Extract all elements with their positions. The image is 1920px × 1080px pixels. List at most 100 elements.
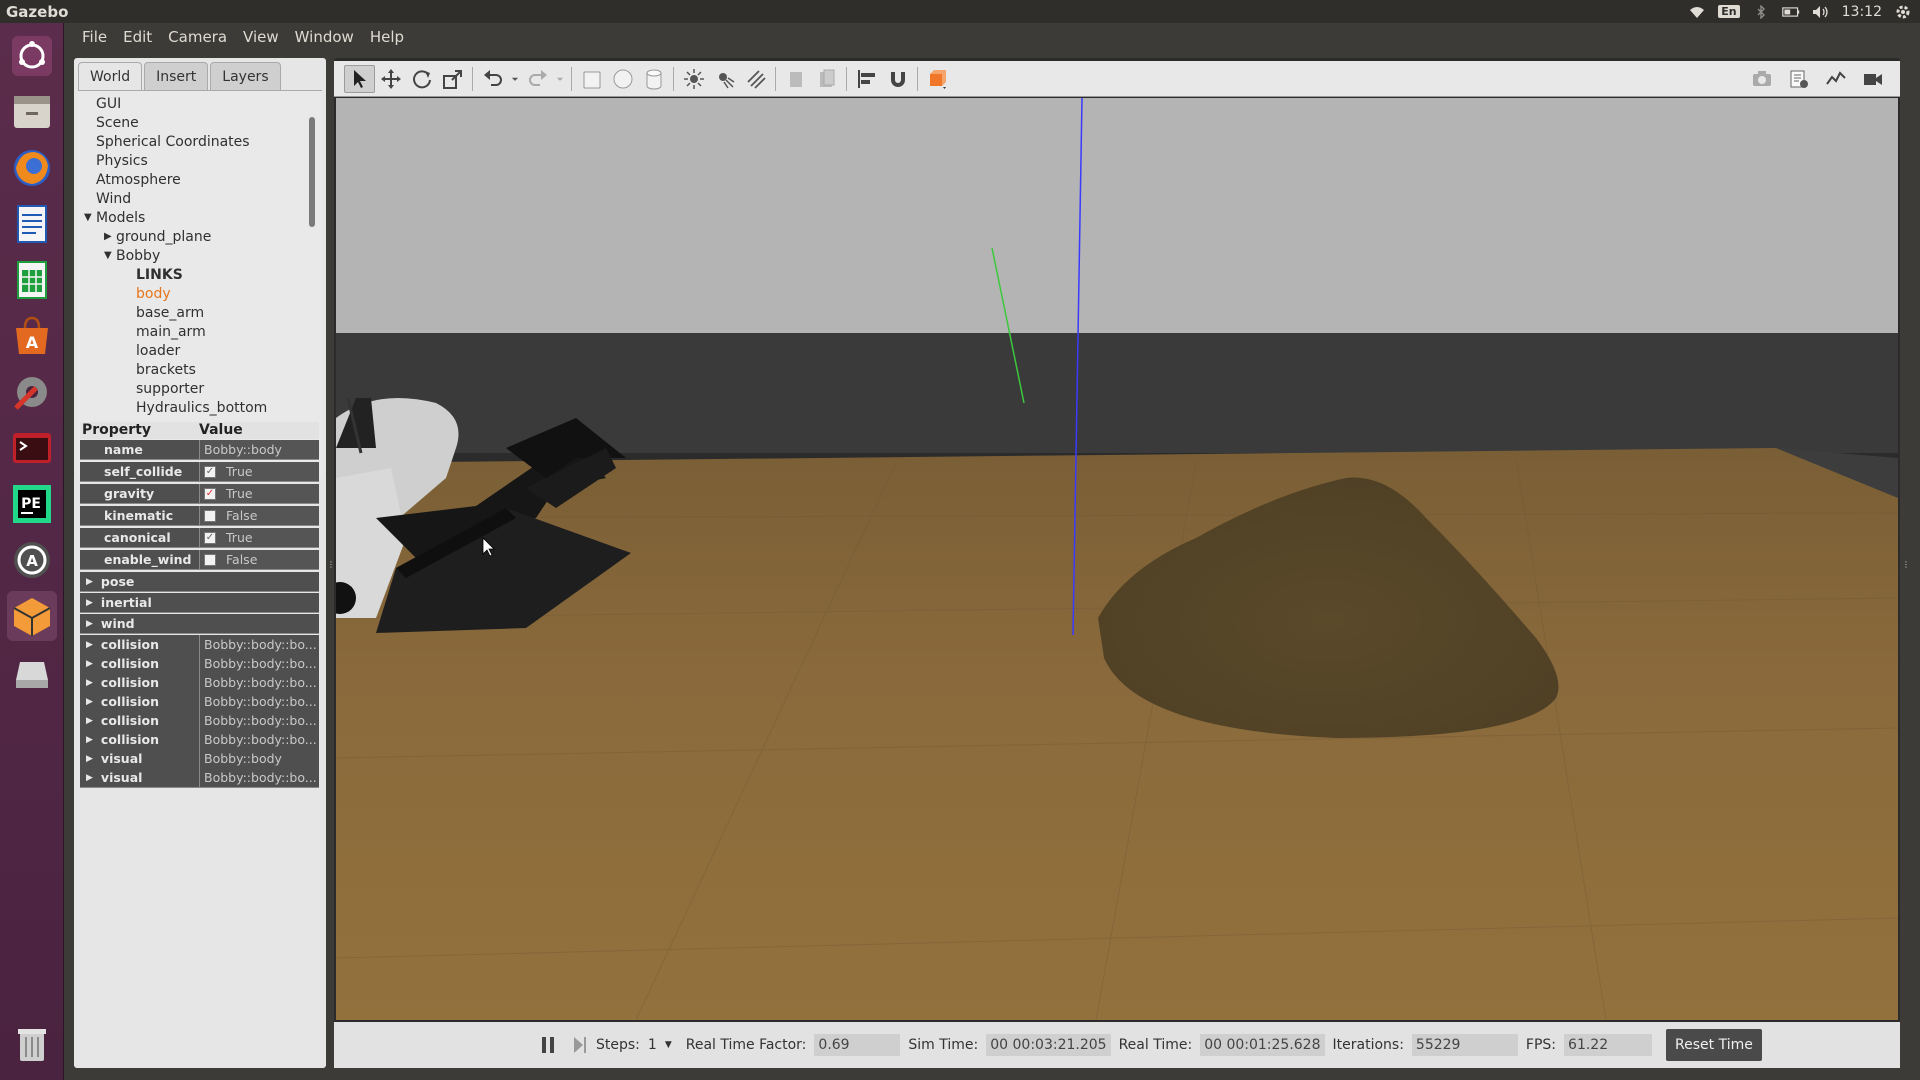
align-icon[interactable] [851,65,882,93]
expand-arrow-right-icon[interactable]: ▶ [86,577,93,587]
launcher-trash-icon[interactable] [7,1018,57,1068]
reset-time-button[interactable]: Reset Time [1666,1029,1762,1061]
menu-camera[interactable]: Camera [162,25,233,49]
expand-arrow-right-icon[interactable]: ▶ [86,678,93,688]
tree-item[interactable]: GUI [84,94,121,113]
launcher-files-icon[interactable] [7,87,57,137]
pause-icon[interactable] [540,1036,556,1054]
spot-light-icon[interactable] [709,65,740,93]
property-group-row[interactable]: ▶ collision Bobby::body::bo... [80,711,319,731]
steps-dropdown-icon[interactable]: ▼ [665,1040,672,1050]
property-value[interactable]: False [199,550,319,570]
property-checkbox[interactable]: ✓ [204,465,216,478]
tree-item[interactable]: Atmosphere [84,170,181,189]
expand-arrow-down-icon[interactable]: ▼ [104,250,116,261]
point-light-icon[interactable] [678,65,709,93]
tree-item[interactable]: Physics [84,151,148,170]
property-group-row[interactable]: ▶ collision Bobby::body::bo... [80,654,319,674]
tree-item[interactable]: ▶ ground_plane [104,227,211,246]
expand-arrow-right-icon[interactable]: ▶ [104,231,116,242]
property-checkbox[interactable]: ✓ [204,531,216,544]
steps-spinbox[interactable]: 1 [648,1037,657,1053]
expand-arrow-right-icon[interactable]: ▶ [86,619,93,629]
tree-item[interactable]: supporter [124,379,204,398]
property-value[interactable]: ✓ True [199,484,319,504]
property-group-row[interactable]: ▶ collision Bobby::body::bo... [80,692,319,712]
tree-item[interactable]: Wind [84,189,131,208]
view-angle-icon[interactable] [922,65,953,93]
cylinder-shape-icon[interactable] [638,65,669,93]
snap-magnet-icon[interactable] [882,65,913,93]
video-record-icon[interactable] [1857,65,1888,93]
tree-item[interactable]: ▼ Bobby [104,246,160,265]
tree-item[interactable]: LINKS [124,265,183,284]
undo-icon[interactable] [477,65,508,93]
launcher-terminal-icon[interactable] [7,423,57,473]
right-splitter-handle[interactable]: ⋮ [1902,560,1910,570]
tree-item[interactable]: main_arm [124,322,206,341]
property-group-row[interactable]: ▶ visual Bobby::body::bo... [80,768,319,788]
expand-arrow-right-icon[interactable]: ▶ [86,716,93,726]
property-checkbox[interactable]: ✓ [204,487,216,500]
property-group-row[interactable]: ▶ visual Bobby::body [80,749,319,769]
property-group-row[interactable]: ▶ inertial [80,593,319,613]
tree-item[interactable]: Scene [84,113,139,132]
scale-mode-icon[interactable] [437,65,468,93]
undo-history-dropdown-icon[interactable] [508,65,522,93]
tab-insert[interactable]: Insert [144,62,209,90]
copy-icon[interactable] [780,65,811,93]
property-group-row[interactable]: ▶ collision Bobby::body::bo... [80,673,319,693]
left-splitter-handle[interactable]: ⋮ [327,560,335,570]
bluetooth-icon[interactable] [1752,4,1770,20]
menu-edit[interactable]: Edit [117,25,158,49]
expand-arrow-right-icon[interactable]: ▶ [86,754,93,764]
launcher-pycharm-icon[interactable]: PE [7,479,57,529]
scene-render[interactable] [336,98,1898,1020]
launcher-system-settings-icon[interactable] [7,367,57,417]
battery-icon[interactable] [1781,4,1800,20]
property-value[interactable]: ✓ True [199,528,319,548]
volume-icon[interactable] [1812,4,1830,20]
log-data-icon[interactable] [1783,65,1814,93]
tree-item[interactable]: brackets [124,360,196,379]
redo-history-dropdown-icon[interactable] [553,65,567,93]
sphere-shape-icon[interactable] [607,65,638,93]
property-group-row[interactable]: ▶ pose [80,572,319,592]
launcher-calc-icon[interactable] [7,255,57,305]
box-shape-icon[interactable] [576,65,607,93]
expand-arrow-right-icon[interactable]: ▶ [86,659,93,669]
property-value[interactable]: False [199,506,319,526]
menu-file[interactable]: File [76,25,113,49]
expand-arrow-right-icon[interactable]: ▶ [86,735,93,745]
tree-scrollbar[interactable] [309,117,315,227]
tree-item[interactable]: ▼ Models [84,208,145,227]
tree-item[interactable]: Hydraulics_bottom [124,398,267,417]
keyboard-layout-indicator[interactable]: En [1718,5,1740,18]
launcher-gazebo-icon[interactable] [7,591,57,641]
property-value[interactable]: ✓ True [199,462,319,482]
plot-icon[interactable] [1820,65,1851,93]
translate-mode-icon[interactable] [375,65,406,93]
rotate-mode-icon[interactable] [406,65,437,93]
screenshot-camera-icon[interactable] [1746,65,1777,93]
tab-world[interactable]: World [78,62,143,90]
tree-item[interactable]: base_arm [124,303,204,322]
property-checkbox[interactable] [204,553,216,566]
launcher-writer-icon[interactable] [7,199,57,249]
menu-view[interactable]: View [237,25,285,49]
menu-help[interactable]: Help [364,25,410,49]
launcher-software-updater-icon[interactable]: A [7,535,57,585]
expand-arrow-down-icon[interactable]: ▼ [84,212,96,223]
tree-item[interactable]: body [124,284,171,303]
clock[interactable]: 13:12 [1842,4,1882,20]
property-group-row[interactable]: ▶ collision Bobby::body::bo... [80,730,319,750]
expand-arrow-right-icon[interactable]: ▶ [86,598,93,608]
launcher-software-center-icon[interactable]: A [7,311,57,361]
step-forward-icon[interactable] [572,1036,588,1054]
paste-icon[interactable] [811,65,842,93]
launcher-drive-icon[interactable] [7,647,57,697]
redo-icon[interactable] [522,65,553,93]
directional-light-icon[interactable] [740,65,771,93]
3d-scene-view[interactable] [336,98,1898,1020]
tree-item[interactable]: Spherical Coordinates [84,132,250,151]
